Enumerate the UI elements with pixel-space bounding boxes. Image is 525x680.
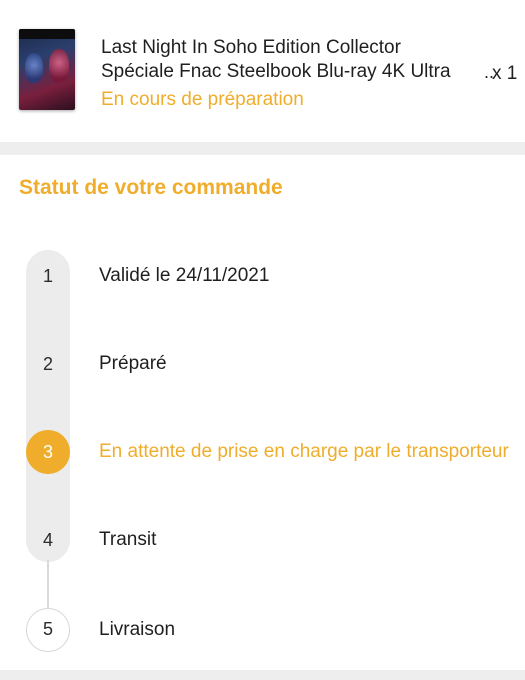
step-number-badge: 4 xyxy=(42,530,53,550)
product-title-line-2: Spéciale Fnac Steelbook Blu-ray 4K Ultra xyxy=(101,61,451,82)
timeline-step-2: 2 Préparé xyxy=(0,342,525,386)
step-number-badge: 2 xyxy=(42,354,53,374)
step-number-badge-pending: 5 xyxy=(26,608,70,652)
step-label: Livraison xyxy=(99,619,176,640)
cover-top-band xyxy=(19,29,75,39)
order-item-card[interactable]: Last Night In Soho Edition Collector Spé… xyxy=(0,0,525,142)
cover-artwork-right xyxy=(49,49,69,83)
timeline-connector-line xyxy=(47,560,49,608)
timeline-step-1: 1 Validé le 24/11/2021 xyxy=(0,254,525,298)
product-quantity: x 1 xyxy=(492,63,518,84)
timeline-step-3-current: 3 En attente de prise en charge par le t… xyxy=(0,430,525,474)
step-number-badge: 1 xyxy=(42,266,53,286)
product-status-text: En cours de préparation xyxy=(101,89,304,110)
step-label: Transit xyxy=(99,529,157,550)
order-status-card: Statut de votre commande 1 Validé le 24/… xyxy=(0,155,525,670)
step-label: Préparé xyxy=(99,353,167,374)
step-label: Validé le 24/11/2021 xyxy=(99,265,270,286)
step-label-active: En attente de prise en charge par le tra… xyxy=(99,441,509,462)
step-number-badge-active: 3 xyxy=(26,430,70,474)
movie-cover-image[interactable] xyxy=(19,29,75,110)
timeline-step-4: 4 Transit xyxy=(0,518,525,562)
timeline-step-5: 5 Livraison xyxy=(0,608,525,652)
product-title-line-1: Last Night In Soho Edition Collector xyxy=(101,37,401,58)
order-status-heading: Statut de votre commande xyxy=(19,176,283,199)
cover-artwork-left xyxy=(25,53,43,83)
product-title[interactable]: Last Night In Soho Edition Collector Spé… xyxy=(101,36,481,84)
